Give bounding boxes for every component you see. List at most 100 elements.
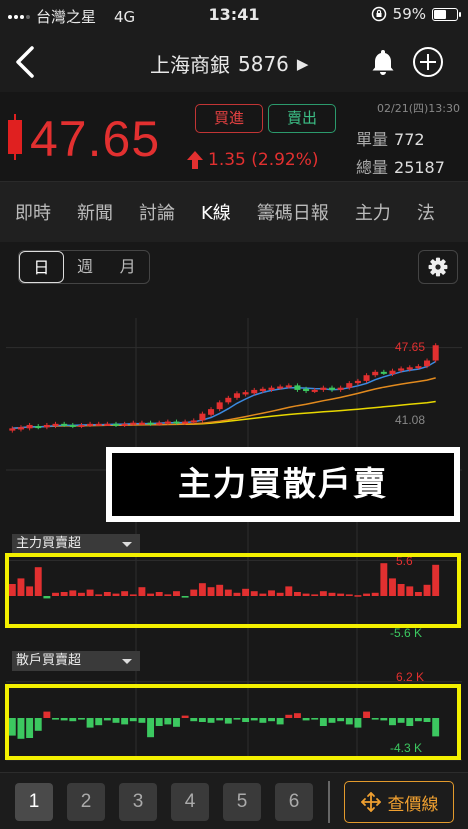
unit-volume-label: 單量 bbox=[356, 130, 389, 149]
candle bbox=[415, 366, 422, 369]
ma-mid-line bbox=[12, 377, 436, 430]
candle bbox=[320, 387, 327, 390]
page-3-button[interactable]: 3 bbox=[119, 783, 157, 821]
sell-button[interactable]: 賣出 bbox=[268, 104, 336, 133]
buy-button[interactable]: 買進 bbox=[195, 104, 263, 133]
page-2-button[interactable]: 2 bbox=[67, 783, 105, 821]
total-volume-label: 總量 bbox=[356, 158, 389, 177]
candle bbox=[43, 424, 50, 428]
tab-institutional[interactable]: 法 bbox=[402, 199, 446, 225]
moving-average-lines bbox=[12, 360, 437, 430]
main-force-label: 主力買賣超 bbox=[16, 536, 82, 551]
page-1-button[interactable]: 1 bbox=[15, 783, 53, 821]
unit-volume-value: 772 bbox=[394, 130, 425, 149]
candle bbox=[156, 422, 163, 425]
main-force-min-label: -5.6 K bbox=[390, 626, 423, 640]
period-month[interactable]: 月 bbox=[106, 251, 149, 283]
candle bbox=[112, 423, 120, 426]
candle bbox=[346, 383, 353, 388]
period-selector: 日 週 月 bbox=[18, 250, 150, 284]
candle bbox=[225, 397, 232, 403]
ma-short-line bbox=[12, 360, 437, 430]
rotation-lock-icon bbox=[371, 6, 386, 22]
stock-code: 5876 bbox=[238, 51, 289, 76]
price-change: 1.35 (2.92%) bbox=[186, 150, 319, 170]
status-right: 59% bbox=[371, 5, 461, 23]
candle bbox=[398, 368, 405, 371]
candle bbox=[311, 389, 318, 392]
candlestick-series bbox=[9, 343, 439, 433]
nav-bar: 上海商銀 5876 ▶ bbox=[0, 32, 468, 92]
candle bbox=[259, 388, 266, 392]
candle bbox=[268, 387, 275, 390]
candle bbox=[294, 385, 301, 390]
stock-dropdown-icon: ▶ bbox=[296, 54, 309, 73]
main-force-highlight bbox=[5, 553, 461, 628]
tab-realtime[interactable]: 即時 bbox=[0, 199, 62, 225]
candle bbox=[164, 421, 171, 424]
candle bbox=[173, 421, 180, 424]
tab-kline[interactable]: K線 bbox=[186, 199, 242, 225]
overlay-caption: 主力買散戶賣 bbox=[106, 447, 460, 522]
battery-percent: 59% bbox=[392, 5, 426, 23]
up-candle-icon bbox=[8, 114, 22, 160]
candle bbox=[303, 388, 310, 392]
candle bbox=[354, 380, 361, 384]
section-tabs: 即時 新聞 討論 K線 籌碼日報 主力 法 bbox=[0, 182, 468, 242]
candle bbox=[208, 409, 215, 415]
price-line-button[interactable]: 查價線 bbox=[344, 781, 454, 823]
candle bbox=[130, 422, 137, 425]
candle bbox=[251, 389, 258, 394]
candle bbox=[337, 387, 344, 390]
candle bbox=[216, 402, 223, 410]
tab-main-force[interactable]: 主力 bbox=[340, 199, 402, 225]
candle bbox=[380, 371, 387, 374]
candle bbox=[52, 423, 59, 427]
candle bbox=[233, 393, 240, 398]
stock-name: 上海商銀 bbox=[150, 53, 230, 77]
settings-gear-icon[interactable] bbox=[418, 250, 458, 284]
stock-title[interactable]: 上海商銀 5876 ▶ bbox=[150, 49, 308, 78]
candle bbox=[69, 424, 76, 427]
retail-selector[interactable]: 散戶買賣超 bbox=[12, 651, 140, 671]
candle bbox=[285, 385, 292, 388]
page-5-button[interactable]: 5 bbox=[223, 783, 261, 821]
candle bbox=[87, 423, 94, 426]
tab-chip-daily[interactable]: 籌碼日報 bbox=[242, 199, 340, 225]
current-price: 47.65 bbox=[30, 111, 161, 167]
candle bbox=[138, 422, 145, 425]
back-icon[interactable] bbox=[6, 40, 46, 84]
candle bbox=[121, 423, 128, 426]
candle bbox=[277, 386, 284, 389]
candle bbox=[95, 423, 102, 426]
bell-icon[interactable] bbox=[365, 44, 401, 80]
main-force-selector[interactable]: 主力買賣超 bbox=[12, 534, 140, 554]
candle bbox=[242, 392, 249, 395]
price-line-label: 查價線 bbox=[387, 794, 439, 815]
price-high-label: 47.65 bbox=[395, 340, 426, 354]
page-4-button[interactable]: 4 bbox=[171, 783, 209, 821]
candle bbox=[9, 428, 16, 431]
period-day[interactable]: 日 bbox=[19, 251, 64, 283]
crosshair-move-icon bbox=[360, 792, 381, 812]
candle bbox=[78, 424, 85, 427]
retail-label: 散戶買賣超 bbox=[16, 653, 82, 668]
total-volume-value: 25187 bbox=[394, 158, 445, 177]
add-watchlist-icon[interactable] bbox=[410, 44, 446, 80]
unit-volume: 單量 772 bbox=[356, 126, 425, 150]
quote-datetime: 02/21(四)13:30 bbox=[377, 102, 460, 115]
candle bbox=[199, 413, 206, 421]
battery-icon bbox=[432, 7, 461, 21]
page-6-button[interactable]: 6 bbox=[275, 783, 313, 821]
candle bbox=[432, 345, 439, 361]
candle bbox=[190, 420, 197, 423]
retail-max-label: 6.2 K bbox=[396, 670, 425, 684]
total-volume: 總量 25187 bbox=[356, 154, 445, 178]
candle bbox=[35, 426, 42, 429]
retail-highlight bbox=[5, 684, 461, 760]
tab-news[interactable]: 新聞 bbox=[62, 199, 124, 225]
candle bbox=[389, 370, 396, 375]
tab-discussion[interactable]: 討論 bbox=[124, 199, 186, 225]
period-week[interactable]: 週 bbox=[64, 251, 107, 283]
price-change-value: 1.35 (2.92%) bbox=[208, 150, 319, 170]
